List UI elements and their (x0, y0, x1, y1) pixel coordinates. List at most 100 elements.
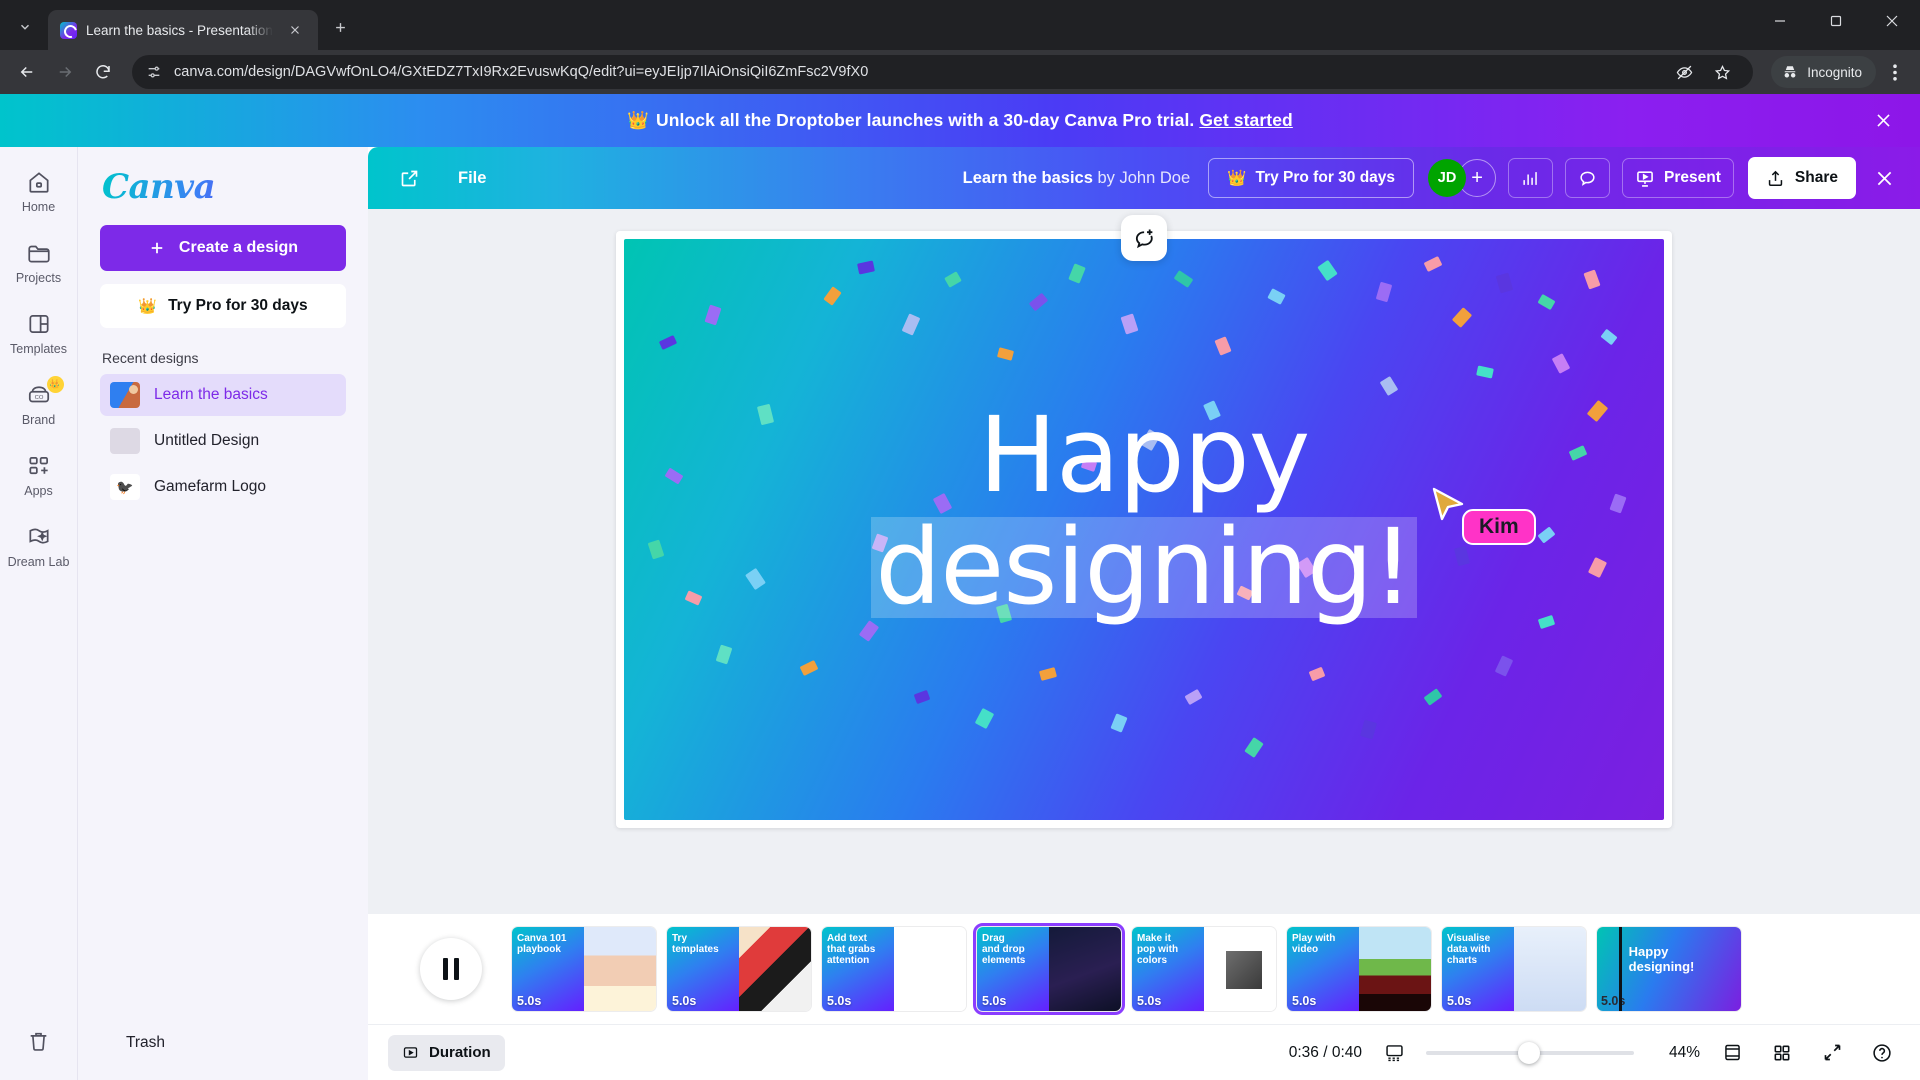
slide-duration: 5.0s (517, 994, 542, 1008)
browser-toolbar: canva.com/design/DAGVwfOnLO4/GXtEDZ7TxI9… (0, 50, 1920, 94)
recent-design-gamefarm-logo[interactable]: 🐦‍⬛ Gamefarm Logo (100, 466, 346, 508)
apps-icon (28, 457, 48, 475)
slide-thumbnail[interactable]: Happy designing! 5.0s (1597, 927, 1741, 1011)
slide-duration: 5.0s (982, 994, 1007, 1008)
new-tab-button[interactable] (326, 12, 356, 42)
site-info-icon[interactable] (146, 64, 162, 80)
insights-button[interactable] (1508, 158, 1554, 198)
slide-thumbnail[interactable]: Canva 101 playbook 5.0s (512, 927, 656, 1011)
maximize-icon[interactable] (1808, 0, 1864, 42)
design-thumbnail: 🐦‍⬛ (110, 474, 140, 500)
zoom-slider[interactable] (1426, 1035, 1634, 1071)
incognito-label: Incognito (1807, 64, 1862, 80)
trash-label: Trash (126, 1034, 166, 1051)
rail-item-templates[interactable]: Templates (4, 303, 74, 362)
rail-label-apps: Apps (24, 484, 53, 498)
rail-item-home[interactable]: Home (4, 161, 74, 220)
pause-icon (443, 958, 448, 980)
browser-tab[interactable]: Learn the basics - Presentation (48, 10, 318, 50)
help-icon[interactable] (1864, 1035, 1900, 1071)
templates-icon (28, 315, 49, 333)
file-menu-button[interactable]: File (444, 161, 500, 196)
promo-close-icon[interactable] (1868, 106, 1898, 136)
avatar[interactable]: JD (1428, 159, 1467, 197)
grid-view-icon[interactable] (1764, 1035, 1800, 1071)
window-controls (1752, 0, 1920, 42)
slide-thumb-title: Happy designing! (1628, 944, 1695, 975)
browser-menu-icon[interactable] (1880, 55, 1910, 89)
recent-design-untitled[interactable]: Untitled Design (100, 420, 346, 462)
rail-item-dream-lab[interactable]: Dream Lab (4, 516, 74, 575)
slide-strip: Canva 101 playbook 5.0s Try templates 5.… (512, 923, 1904, 1015)
design-title[interactable]: Learn the basics by John Doe (963, 169, 1190, 188)
side-panel: Canva Create a design 👑 Try Pro for 30 d… (78, 147, 368, 1080)
duration-button[interactable]: Duration (388, 1034, 505, 1071)
back-icon[interactable] (10, 55, 44, 89)
comments-button[interactable] (1565, 158, 1611, 198)
rail-label-templates: Templates (10, 342, 67, 356)
slide-frame[interactable]: Happy designing! Kim (616, 215, 1672, 828)
tracking-protection-icon[interactable] (1667, 55, 1701, 89)
slide-thumbnail[interactable]: Add text that grabs attention 5.0s (822, 927, 966, 1011)
url-text: canva.com/design/DAGVwfOnLO4/GXtEDZ7TxI9… (174, 64, 869, 80)
upload-icon (1768, 170, 1783, 186)
promo-get-started-link[interactable]: Get started (1199, 110, 1293, 130)
canva-page: 👑 Unlock all the Droptober launches with … (0, 94, 1920, 1080)
zoom-knob[interactable] (1517, 1041, 1540, 1064)
timecode: 0:36 / 0:40 (1288, 1043, 1362, 1061)
slide-thumbnail[interactable]: Make it pop with colors 5.0s (1132, 927, 1276, 1011)
slide-thumbnail-selected[interactable]: Drag and drop elements 5.0s (973, 923, 1125, 1015)
omnibox-actions (1667, 55, 1739, 89)
present-label: Present (1664, 169, 1721, 186)
incognito-badge[interactable]: Incognito (1771, 56, 1876, 88)
rail-item-brand[interactable]: 👑 CO Brand (4, 374, 74, 433)
bar-chart-icon (1523, 171, 1537, 185)
play-pause-button[interactable] (420, 938, 482, 1000)
window-close-icon[interactable] (1864, 0, 1920, 42)
expand-icon[interactable] (1814, 1035, 1850, 1071)
duration-label: Duration (429, 1044, 491, 1061)
try-pro-header-button[interactable]: 👑 Try Pro for 30 days (1208, 158, 1415, 198)
slide-thumbnail[interactable]: Visualise data with charts 5.0s (1442, 927, 1586, 1011)
slide-duration: 5.0s (672, 994, 697, 1008)
slide-headline-line2-wrap[interactable]: designing! (871, 511, 1417, 623)
slide-thumbnail[interactable]: Try templates 5.0s (667, 927, 811, 1011)
close-tab-icon[interactable] (282, 17, 308, 43)
try-pro-sidebar-label: Try Pro for 30 days (168, 297, 308, 314)
home-icon (28, 172, 49, 193)
slide-headline-line2: designing! (875, 506, 1414, 629)
add-comment-button[interactable] (1121, 215, 1167, 261)
slide-canvas[interactable]: Happy designing! Kim (624, 239, 1664, 820)
editor-close-icon[interactable] (1864, 158, 1904, 198)
design-author: by John Doe (1097, 168, 1191, 187)
present-button[interactable]: Present (1622, 158, 1734, 198)
slide-duration: 5.0s (1447, 994, 1472, 1008)
try-pro-sidebar-button[interactable]: 👑 Try Pro for 30 days (100, 284, 346, 328)
open-in-new-icon[interactable] (390, 159, 428, 197)
address-bar[interactable]: canva.com/design/DAGVwfOnLO4/GXtEDZ7TxI9… (132, 55, 1754, 89)
timer-view-icon[interactable] (1376, 1035, 1412, 1071)
rail-item-projects[interactable]: Projects (4, 232, 74, 291)
side-panel-footer: Trash (100, 1026, 346, 1080)
canva-logo[interactable]: Canva (102, 167, 346, 207)
minimize-icon[interactable] (1752, 0, 1808, 42)
playhead[interactable] (1619, 927, 1622, 1011)
tab-search-icon[interactable] (8, 10, 42, 44)
crown-icon: 👑 (627, 110, 650, 130)
slide-duration: 5.0s (827, 994, 852, 1008)
bookmark-star-icon[interactable] (1705, 55, 1739, 89)
rail-item-apps[interactable]: Apps (4, 445, 74, 504)
slide-thumbnail[interactable]: Play with video 5.0s (1287, 927, 1431, 1011)
reload-icon[interactable] (86, 55, 120, 89)
design-thumbnail (110, 382, 140, 408)
recent-design-learn-the-basics[interactable]: Learn the basics (100, 374, 346, 416)
create-a-design-button[interactable]: Create a design (100, 225, 346, 271)
folder-icon (27, 245, 50, 263)
nav-rail: Home Projects Templates 👑 CO Brand Apps (0, 147, 78, 1080)
trash-button[interactable]: Trash (30, 1026, 346, 1060)
crown-icon: 👑 (138, 298, 158, 315)
share-button[interactable]: Share (1747, 157, 1856, 199)
app-body: Home Projects Templates 👑 CO Brand Apps (0, 147, 1920, 1080)
notes-icon[interactable] (1714, 1035, 1750, 1071)
duration-icon (403, 1047, 418, 1058)
